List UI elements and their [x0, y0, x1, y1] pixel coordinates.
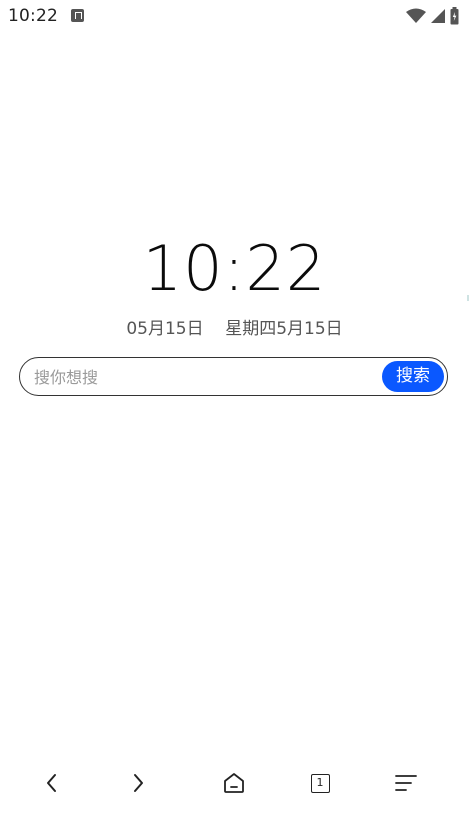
accessibility-a-icon	[71, 9, 84, 22]
wifi-icon	[406, 8, 426, 23]
status-time: 10:22	[8, 6, 58, 26]
tabs-count: 1	[310, 773, 330, 793]
home-button[interactable]	[217, 766, 251, 800]
menu-button[interactable]	[389, 766, 423, 800]
clock-time: 10:22	[142, 232, 327, 305]
home-icon	[224, 773, 244, 793]
search-input[interactable]	[34, 366, 364, 388]
menu-icon	[395, 775, 417, 791]
chevron-right-icon	[134, 774, 143, 792]
date-line: 05月15日 星期四5月15日	[126, 319, 343, 339]
forward-button[interactable]	[121, 766, 155, 800]
search-button[interactable]: 搜索	[382, 361, 444, 392]
battery-icon	[450, 7, 459, 25]
cell-signal-icon	[431, 9, 445, 23]
chevron-left-icon	[47, 774, 56, 792]
tabs-button[interactable]: 1	[303, 766, 337, 800]
back-button[interactable]	[35, 766, 69, 800]
bottom-nav: 1	[0, 760, 469, 804]
status-bar: 10:22	[0, 0, 469, 34]
search-box: 搜索	[19, 357, 448, 396]
status-icons	[406, 7, 459, 25]
